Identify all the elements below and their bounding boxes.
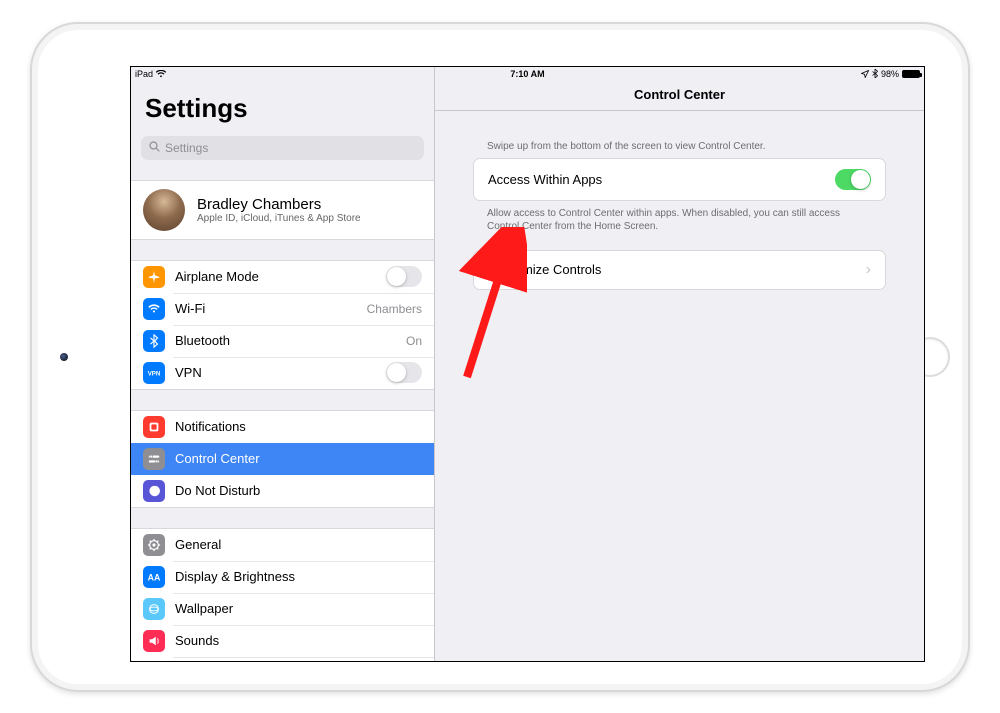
front-camera xyxy=(60,353,68,361)
control-center-icon xyxy=(143,448,165,470)
sidebar-group-system: Notifications Control Center Do Not Dist… xyxy=(131,410,434,508)
wallpaper-icon xyxy=(143,598,165,620)
status-battery-pct: 98% xyxy=(881,69,899,79)
wallpaper-label: Wallpaper xyxy=(175,601,233,616)
detail-row-access-within-apps[interactable]: Access Within Apps xyxy=(473,158,886,201)
sounds-label: Sounds xyxy=(175,633,219,648)
battery-icon xyxy=(902,70,920,78)
avatar xyxy=(143,189,185,231)
sidebar-item-notifications[interactable]: Notifications xyxy=(131,411,434,443)
access-within-apps-footer: Allow access to Control Center within ap… xyxy=(473,201,886,240)
detail-intro: Swipe up from the bottom of the screen t… xyxy=(473,135,886,158)
sounds-icon xyxy=(143,630,165,652)
page-title: Settings xyxy=(145,93,420,124)
display-label: Display & Brightness xyxy=(175,569,295,584)
dnd-label: Do Not Disturb xyxy=(175,483,260,498)
search-icon xyxy=(149,141,160,155)
sidebar-group-network: Airplane Mode Wi-Fi Chambers Bluetooth O… xyxy=(131,260,434,390)
control-center-label: Control Center xyxy=(175,451,260,466)
vpn-label: VPN xyxy=(175,365,202,380)
wifi-icon xyxy=(156,70,166,78)
status-device-label: iPad xyxy=(135,69,153,79)
screen: iPad 7:10 AM 98% Settings xyxy=(130,66,925,662)
detail-pane: Control Center Swipe up from the bottom … xyxy=(435,67,924,661)
detail-group-customize: Customize Controls › xyxy=(473,250,886,290)
general-icon xyxy=(143,534,165,556)
sidebar-item-vpn[interactable]: VPN VPN xyxy=(131,357,434,389)
location-icon xyxy=(861,70,869,78)
sidebar-group-user: Bradley Chambers Apple ID, iCloud, iTune… xyxy=(131,180,434,240)
detail-title: Control Center xyxy=(435,81,924,111)
sidebar-item-airplane[interactable]: Airplane Mode xyxy=(131,261,434,293)
sidebar-item-dnd[interactable]: Do Not Disturb xyxy=(131,475,434,507)
sidebar-item-wifi[interactable]: Wi-Fi Chambers xyxy=(131,293,434,325)
sidebar-item-control-center[interactable]: Control Center xyxy=(131,443,434,475)
sidebar-header: Settings xyxy=(131,81,434,130)
sidebar-item-wallpaper[interactable]: Wallpaper xyxy=(131,593,434,625)
detail-row-customize-controls[interactable]: Customize Controls › xyxy=(473,250,886,290)
customize-controls-label: Customize Controls xyxy=(488,262,601,277)
vpn-icon: VPN xyxy=(143,362,165,384)
access-within-apps-toggle[interactable] xyxy=(835,169,871,190)
search-field[interactable]: Settings xyxy=(141,136,424,160)
airplane-label: Airplane Mode xyxy=(175,269,259,284)
detail-group-access: Swipe up from the bottom of the screen t… xyxy=(473,135,886,240)
notifications-label: Notifications xyxy=(175,419,246,434)
wifi-icon xyxy=(143,298,165,320)
general-label: General xyxy=(175,537,221,552)
sidebar: Settings Settings Bradley Chambers Apple… xyxy=(131,67,435,661)
bluetooth-value: On xyxy=(406,334,422,348)
sidebar-item-siri[interactable]: Siri & Search xyxy=(131,657,434,661)
chevron-right-icon: › xyxy=(866,261,871,279)
wifi-label: Wi-Fi xyxy=(175,301,205,316)
user-name: Bradley Chambers xyxy=(197,196,361,213)
search-placeholder: Settings xyxy=(165,141,208,155)
sidebar-item-general[interactable]: General xyxy=(131,529,434,561)
airplane-icon xyxy=(143,266,165,288)
sidebar-item-sounds[interactable]: Sounds xyxy=(131,625,434,657)
vpn-toggle[interactable] xyxy=(386,362,422,383)
notifications-icon xyxy=(143,416,165,438)
bluetooth-icon xyxy=(143,330,165,352)
status-time: 7:10 AM xyxy=(418,69,638,79)
wifi-value: Chambers xyxy=(367,302,422,316)
dnd-icon xyxy=(143,480,165,502)
bluetooth-label: Bluetooth xyxy=(175,333,230,348)
bluetooth-icon xyxy=(872,69,878,78)
access-within-apps-label: Access Within Apps xyxy=(488,172,602,187)
status-bar: iPad 7:10 AM 98% xyxy=(131,67,924,81)
sidebar-item-appleid[interactable]: Bradley Chambers Apple ID, iCloud, iTune… xyxy=(131,181,434,239)
svg-text:VPN: VPN xyxy=(148,370,161,377)
ipad-bezel: iPad 7:10 AM 98% Settings xyxy=(30,22,970,692)
sidebar-group-general: General AA Display & Brightness Wallpape… xyxy=(131,528,434,661)
airplane-toggle[interactable] xyxy=(386,266,422,287)
display-icon: AA xyxy=(143,566,165,588)
sidebar-item-display[interactable]: AA Display & Brightness xyxy=(131,561,434,593)
svg-text:AA: AA xyxy=(148,572,161,582)
sidebar-item-bluetooth[interactable]: Bluetooth On xyxy=(131,325,434,357)
user-subtitle: Apple ID, iCloud, iTunes & App Store xyxy=(197,213,361,224)
